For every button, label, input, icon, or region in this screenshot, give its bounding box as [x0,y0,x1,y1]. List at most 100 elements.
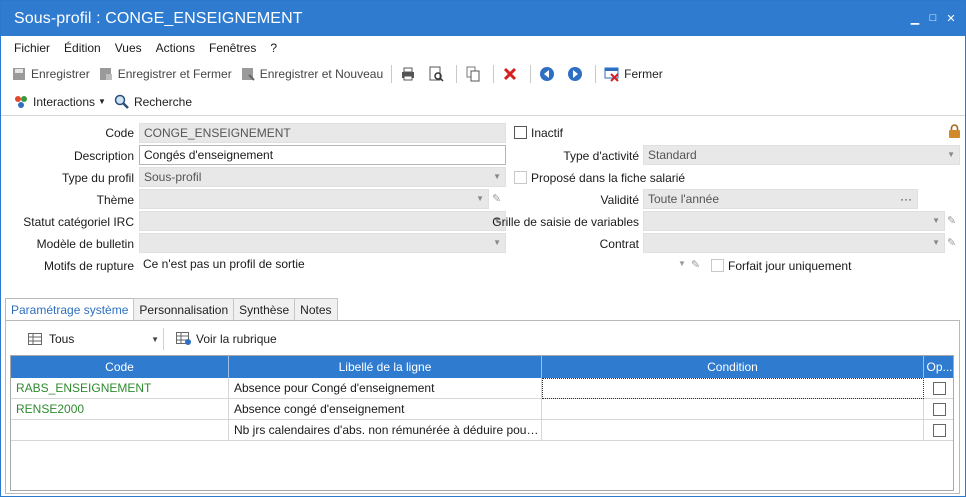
chevron-down-icon[interactable]: ▼ [678,259,686,268]
print-button[interactable] [396,62,424,86]
view-rubric-icon [176,331,192,347]
edit-pencil-icon[interactable]: ✎ [691,258,700,271]
cell-condition[interactable] [542,420,924,441]
edit-pencil-icon[interactable]: ✎ [947,236,956,249]
cell-code[interactable]: RENSE2000 [11,399,229,420]
grid-header: Code Libellé de la ligne Condition Op... [11,356,953,378]
variables-grid-select[interactable]: ▼ [643,211,945,231]
menu-fichier[interactable]: Fichier [7,41,57,55]
rupture-reason-label: Motifs de rupture [43,259,134,273]
tab-bar: Paramétrage système Personnalisation Syn… [5,298,338,321]
print-preview-button[interactable] [424,62,452,86]
window-controls: ▁ □ ✕ [905,12,959,25]
row-checkbox[interactable] [933,424,946,437]
forfait-label: Forfait jour uniquement [728,259,852,273]
next-button[interactable] [563,62,591,86]
grid-toolbar: Tous ▼ Voir la rubrique [21,327,281,351]
cell-condition[interactable] [542,399,924,420]
cell-label[interactable]: Nb jrs calendaires d'abs. non rémunérée … [229,420,542,441]
menu-fenetres[interactable]: Fenêtres [202,41,263,55]
validity-field[interactable]: Toute l'année ··· [643,189,918,209]
copy-button[interactable] [461,62,489,86]
main-window: Sous-profil : CONGE_ENSEIGNEMENT ▁ □ ✕ F… [0,0,966,497]
contract-select[interactable]: ▼ [643,233,945,253]
chevron-down-icon: ▼ [932,216,940,225]
lock-icon [948,124,961,142]
delete-button[interactable] [498,62,526,86]
menu-edition[interactable]: Édition [57,41,108,55]
maximize-button[interactable]: □ [925,12,941,25]
cell-label[interactable]: Absence pour Congé d'enseignement [229,378,542,399]
chevron-down-icon: ▼ [151,334,159,344]
edit-pencil-icon[interactable]: ✎ [492,192,501,205]
column-header-label[interactable]: Libellé de la ligne [229,356,542,378]
tab-notes[interactable]: Notes [294,298,338,321]
irc-status-select[interactable]: ▼ [139,211,506,231]
copy-icon [465,66,481,82]
print-preview-icon [428,66,444,82]
table-row[interactable]: RABS_ENSEIGNEMENT Absence pour Congé d'e… [11,378,953,399]
search-icon [114,94,130,110]
arrow-right-icon [567,66,583,82]
rupture-reason-select[interactable]: Ce n'est pas un profil de sortie [139,255,689,275]
cell-condition[interactable] [542,378,924,399]
more-options-icon[interactable]: ··· [900,190,912,208]
menu-help[interactable]: ? [263,41,284,55]
column-header-code[interactable]: Code [11,356,229,378]
save-button[interactable]: Enregistrer [7,62,94,86]
proposed-checkbox[interactable] [514,171,527,184]
previous-button[interactable] [535,62,563,86]
tab-synthese[interactable]: Synthèse [233,298,296,321]
window-title: Sous-profil : CONGE_ENSEIGNEMENT [14,9,303,27]
forfait-checkbox[interactable] [711,259,724,272]
close-window-button[interactable]: ✕ [943,12,959,25]
filter-select[interactable]: Tous ▼ [21,328,164,350]
save-new-button[interactable]: Enregistrer et Nouveau [236,62,387,86]
description-field[interactable]: Congés d'enseignement [139,145,506,165]
chevron-down-icon: ▼ [947,150,955,159]
printer-icon [400,66,416,82]
theme-select[interactable]: ▼ [139,189,489,209]
main-toolbar: Enregistrer Enregistrer et Fermer Enregi… [1,60,965,88]
proposed-label: Proposé dans la fiche salarié [531,171,686,185]
activity-type-label: Type d'activité [563,149,639,163]
delete-x-icon [502,66,518,82]
save-close-button[interactable]: Enregistrer et Fermer [94,62,236,86]
secondary-toolbar: Interactions ▼ Recherche [1,88,965,116]
code-field: CONGE_ENSEIGNEMENT [139,123,506,143]
inactive-checkbox[interactable] [514,126,527,139]
bulletin-model-select[interactable]: ▼ [139,233,506,253]
description-label: Description [73,149,134,163]
tab-personnalisation[interactable]: Personnalisation [133,298,235,321]
search-button[interactable]: Recherche [110,90,196,114]
column-header-condition[interactable]: Condition [542,356,924,378]
interactions-button[interactable]: Interactions ▼ [9,90,110,114]
validity-label: Validité [600,193,639,207]
cell-label[interactable]: Absence congé d'enseignement [229,399,542,420]
menu-actions[interactable]: Actions [149,41,202,55]
arrow-left-icon [539,66,555,82]
chevron-down-icon: ▼ [493,238,501,247]
minimize-button[interactable]: ▁ [907,12,923,25]
table-row[interactable]: RENSE2000 Absence congé d'enseignement [11,399,953,420]
cell-code[interactable] [11,420,229,441]
code-label: Code [105,126,134,140]
edit-pencil-icon[interactable]: ✎ [947,214,956,227]
save-icon [11,66,27,82]
activity-type-select[interactable]: Standard ▼ [643,145,960,165]
save-new-icon [240,66,256,82]
profile-form: Code CONGE_ENSEIGNEMENT Inactif Descript… [1,118,965,298]
tab-parametrage-systeme[interactable]: Paramétrage système [5,298,135,321]
column-header-op[interactable]: Op... [924,356,955,378]
profile-type-select[interactable]: Sous-profil ▼ [139,167,506,187]
cell-code[interactable]: RABS_ENSEIGNEMENT [11,378,229,399]
row-checkbox[interactable] [933,382,946,395]
menu-bar: Fichier Édition Vues Actions Fenêtres ? [1,36,965,60]
profile-type-label: Type du profil [61,171,134,185]
row-checkbox[interactable] [933,403,946,416]
view-rubric-button[interactable]: Voir la rubrique [172,327,281,351]
contract-label: Contrat [599,237,639,251]
table-row[interactable]: Nb jrs calendaires d'abs. non rémunérée … [11,420,953,441]
menu-vues[interactable]: Vues [108,41,149,55]
close-button[interactable]: Fermer [600,62,667,86]
